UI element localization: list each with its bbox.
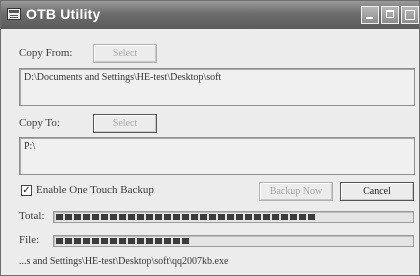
copy-from-label: Copy From: [19,47,73,59]
file-progress-fill [56,238,191,244]
copy-to-path-field[interactable]: P:\ [19,137,415,175]
otb-utility-window: OTB Utility Copy From: Select D:\Documen… [0,0,420,276]
copy-from-path-field[interactable]: D:\Documents and Settings\HE-test\Deskto… [19,68,415,106]
one-touch-backup-label: Enable One Touch Backup [36,184,154,196]
app-window-icon [7,8,21,20]
copy-from-select-button[interactable]: Select [93,44,157,63]
file-progress-label: File: [19,234,40,246]
total-progress-fill [56,214,315,220]
total-progress-label: Total: [19,210,45,222]
close-icon[interactable] [401,6,419,24]
file-progress-bar [53,235,414,247]
title-bar[interactable]: OTB Utility [1,1,419,29]
cancel-button[interactable]: Cancel [340,182,414,201]
copy-to-label: Copy To: [19,117,60,129]
window-title: OTB Utility [26,6,101,22]
copy-to-select-button[interactable]: Select [93,114,157,133]
minimize-icon[interactable] [361,6,379,24]
total-progress-bar [53,211,414,223]
current-file-status: ...s and Settings\HE-test\Desktop\soft\q… [19,256,229,267]
one-touch-backup-checkbox[interactable]: ✓ [21,185,32,196]
maximize-icon[interactable] [381,6,399,24]
backup-now-button[interactable]: Backup Now [259,182,333,201]
